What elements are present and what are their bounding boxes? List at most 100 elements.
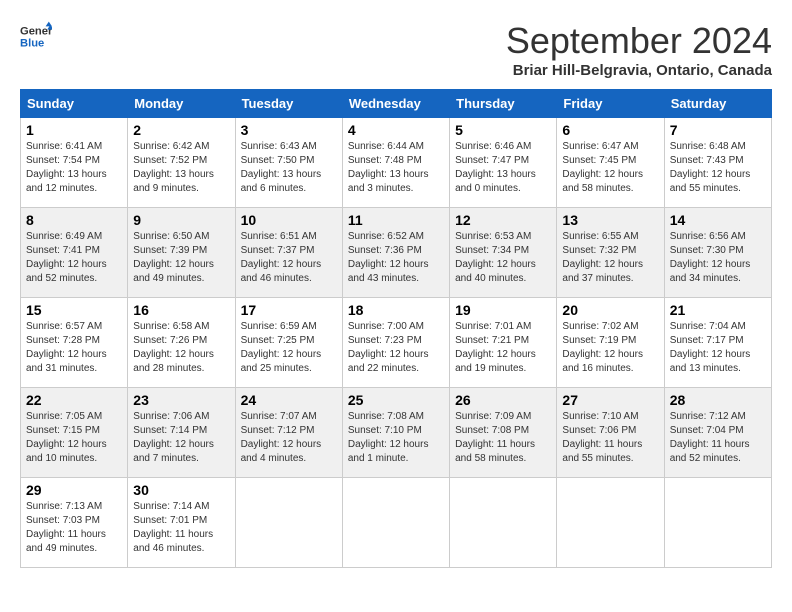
day-info: Sunrise: 7:09 AMSunset: 7:08 PMDaylight:… <box>455 411 535 464</box>
calendar-cell <box>235 478 342 568</box>
calendar-week-1: 1 Sunrise: 6:41 AMSunset: 7:54 PMDaylight… <box>21 118 772 208</box>
day-info: Sunrise: 7:05 AMSunset: 7:15 PMDaylight:… <box>26 411 107 464</box>
calendar-cell: 17 Sunrise: 6:59 AMSunset: 7:25 PMDayligh… <box>235 298 342 388</box>
calendar-cell: 1 Sunrise: 6:41 AMSunset: 7:54 PMDaylight… <box>21 118 128 208</box>
day-number: 16 <box>133 302 229 318</box>
day-number: 7 <box>670 122 766 138</box>
calendar-cell: 22Sunrise: 7:05 AMSunset: 7:15 PMDayligh… <box>21 388 128 478</box>
day-number: 13 <box>562 212 658 228</box>
calendar-cell: 19 Sunrise: 7:01 AMSunset: 7:21 PMDayligh… <box>450 298 557 388</box>
day-info: Sunrise: 6:42 AMSunset: 7:52 PMDaylight:… <box>133 141 214 194</box>
calendar-cell: 8 Sunrise: 6:49 AMSunset: 7:41 PMDaylight… <box>21 208 128 298</box>
day-number: 21 <box>670 302 766 318</box>
day-number: 1 <box>26 122 122 138</box>
calendar-cell: 13 Sunrise: 6:55 AMSunset: 7:32 PMDayligh… <box>557 208 664 298</box>
day-info: Sunrise: 6:44 AMSunset: 7:48 PMDaylight:… <box>348 141 429 194</box>
calendar-table: Sunday Monday Tuesday Wednesday Thursday… <box>20 89 772 568</box>
calendar-cell: 29Sunrise: 7:13 AMSunset: 7:03 PMDayligh… <box>21 478 128 568</box>
calendar-cell: 28 Sunrise: 7:12 AMSunset: 7:04 PMDayligh… <box>664 388 771 478</box>
day-info: Sunrise: 6:57 AMSunset: 7:28 PMDaylight:… <box>26 321 107 374</box>
calendar-cell: 27 Sunrise: 7:10 AMSunset: 7:06 PMDayligh… <box>557 388 664 478</box>
calendar-cell: 21 Sunrise: 7:04 AMSunset: 7:17 PMDayligh… <box>664 298 771 388</box>
col-friday: Friday <box>557 90 664 118</box>
location-title: Briar Hill-Belgravia, Ontario, Canada <box>506 62 772 79</box>
day-number: 4 <box>348 122 444 138</box>
col-sunday: Sunday <box>21 90 128 118</box>
day-number: 20 <box>562 302 658 318</box>
calendar-cell: 16 Sunrise: 6:58 AMSunset: 7:26 PMDayligh… <box>128 298 235 388</box>
day-number: 3 <box>241 122 337 138</box>
calendar-cell: 9 Sunrise: 6:50 AMSunset: 7:39 PMDaylight… <box>128 208 235 298</box>
calendar-cell: 12Sunrise: 6:53 AMSunset: 7:34 PMDayligh… <box>450 208 557 298</box>
day-info: Sunrise: 7:02 AMSunset: 7:19 PMDaylight:… <box>562 321 643 374</box>
day-number: 26 <box>455 392 551 408</box>
day-number: 24 <box>241 392 337 408</box>
calendar-cell: 23Sunrise: 7:06 AMSunset: 7:14 PMDayligh… <box>128 388 235 478</box>
calendar-cell: 30Sunrise: 7:14 AMSunset: 7:01 PMDayligh… <box>128 478 235 568</box>
day-number: 18 <box>348 302 444 318</box>
calendar-cell <box>664 478 771 568</box>
calendar-cell: 6 Sunrise: 6:47 AMSunset: 7:45 PMDaylight… <box>557 118 664 208</box>
svg-text:Blue: Blue <box>20 37 44 49</box>
calendar-cell: 4 Sunrise: 6:44 AMSunset: 7:48 PMDaylight… <box>342 118 449 208</box>
calendar-cell <box>557 478 664 568</box>
day-info: Sunrise: 7:00 AMSunset: 7:23 PMDaylight:… <box>348 321 429 374</box>
calendar-week-5: 29Sunrise: 7:13 AMSunset: 7:03 PMDayligh… <box>21 478 772 568</box>
day-info: Sunrise: 6:58 AMSunset: 7:26 PMDaylight:… <box>133 321 214 374</box>
day-info: Sunrise: 7:04 AMSunset: 7:17 PMDaylight:… <box>670 321 751 374</box>
calendar-cell: 3 Sunrise: 6:43 AMSunset: 7:50 PMDaylight… <box>235 118 342 208</box>
calendar-cell: 24Sunrise: 7:07 AMSunset: 7:12 PMDayligh… <box>235 388 342 478</box>
day-number: 14 <box>670 212 766 228</box>
day-info: Sunrise: 6:59 AMSunset: 7:25 PMDaylight:… <box>241 321 322 374</box>
day-number: 5 <box>455 122 551 138</box>
day-number: 28 <box>670 392 766 408</box>
day-number: 15 <box>26 302 122 318</box>
day-info: Sunrise: 6:49 AMSunset: 7:41 PMDaylight:… <box>26 231 107 284</box>
day-number: 17 <box>241 302 337 318</box>
day-info: Sunrise: 7:13 AMSunset: 7:03 PMDaylight:… <box>26 501 106 554</box>
day-info: Sunrise: 7:12 AMSunset: 7:04 PMDaylight:… <box>670 411 750 464</box>
day-info: Sunrise: 6:50 AMSunset: 7:39 PMDaylight:… <box>133 231 214 284</box>
day-number: 6 <box>562 122 658 138</box>
day-number: 10 <box>241 212 337 228</box>
col-monday: Monday <box>128 90 235 118</box>
day-info: Sunrise: 6:47 AMSunset: 7:45 PMDaylight:… <box>562 141 643 194</box>
day-info: Sunrise: 6:55 AMSunset: 7:32 PMDaylight:… <box>562 231 643 284</box>
day-info: Sunrise: 6:56 AMSunset: 7:30 PMDaylight:… <box>670 231 751 284</box>
col-tuesday: Tuesday <box>235 90 342 118</box>
calendar-cell: 2Sunrise: 6:42 AMSunset: 7:52 PMDaylight… <box>128 118 235 208</box>
day-info: Sunrise: 6:41 AMSunset: 7:54 PMDaylight:… <box>26 141 107 194</box>
col-thursday: Thursday <box>450 90 557 118</box>
calendar-cell <box>450 478 557 568</box>
day-number: 9 <box>133 212 229 228</box>
day-number: 12 <box>455 212 551 228</box>
day-number: 11 <box>348 212 444 228</box>
day-info: Sunrise: 7:01 AMSunset: 7:21 PMDaylight:… <box>455 321 536 374</box>
col-saturday: Saturday <box>664 90 771 118</box>
day-info: Sunrise: 6:43 AMSunset: 7:50 PMDaylight:… <box>241 141 322 194</box>
calendar-week-4: 22Sunrise: 7:05 AMSunset: 7:15 PMDayligh… <box>21 388 772 478</box>
day-number: 30 <box>133 482 229 498</box>
calendar-cell: 25Sunrise: 7:08 AMSunset: 7:10 PMDayligh… <box>342 388 449 478</box>
calendar-week-2: 8 Sunrise: 6:49 AMSunset: 7:41 PMDaylight… <box>21 208 772 298</box>
day-number: 19 <box>455 302 551 318</box>
day-info: Sunrise: 6:46 AMSunset: 7:47 PMDaylight:… <box>455 141 536 194</box>
day-info: Sunrise: 7:10 AMSunset: 7:06 PMDaylight:… <box>562 411 642 464</box>
day-number: 27 <box>562 392 658 408</box>
calendar-cell: 5 Sunrise: 6:46 AMSunset: 7:47 PMDaylight… <box>450 118 557 208</box>
logo-icon: General Blue <box>20 20 52 52</box>
calendar-cell: 18 Sunrise: 7:00 AMSunset: 7:23 PMDayligh… <box>342 298 449 388</box>
calendar-cell: 26 Sunrise: 7:09 AMSunset: 7:08 PMDayligh… <box>450 388 557 478</box>
day-info: Sunrise: 7:08 AMSunset: 7:10 PMDaylight:… <box>348 411 429 464</box>
svg-text:General: General <box>20 25 52 37</box>
calendar-cell: 20 Sunrise: 7:02 AMSunset: 7:19 PMDayligh… <box>557 298 664 388</box>
month-title: September 2024 <box>506 20 772 62</box>
header-row: Sunday Monday Tuesday Wednesday Thursday… <box>21 90 772 118</box>
calendar-cell: 7Sunrise: 6:48 AMSunset: 7:43 PMDaylight… <box>664 118 771 208</box>
calendar-cell <box>342 478 449 568</box>
logo: General Blue <box>20 20 52 52</box>
day-info: Sunrise: 6:51 AMSunset: 7:37 PMDaylight:… <box>241 231 322 284</box>
col-wednesday: Wednesday <box>342 90 449 118</box>
calendar-week-3: 15 Sunrise: 6:57 AMSunset: 7:28 PMDayligh… <box>21 298 772 388</box>
day-number: 8 <box>26 212 122 228</box>
